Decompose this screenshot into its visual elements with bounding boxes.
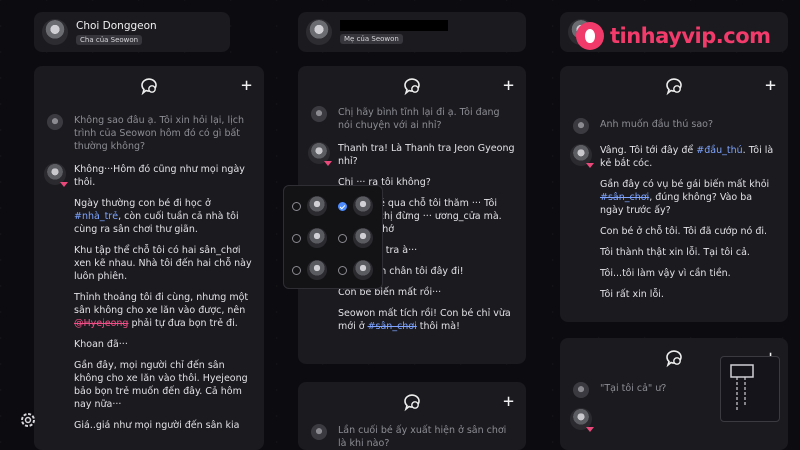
- hashtag-link[interactable]: #sân_chơi: [368, 321, 417, 332]
- chat-bubble-icon[interactable]: [402, 76, 422, 96]
- chat-message: Anh muốn đầu thú sao?: [570, 118, 778, 134]
- message-text: Seowon mất tích rồi! Con bé chỉ vừa mới …: [338, 307, 516, 333]
- message-text: Không sao đâu ạ. Tôi xin hỏi lại, lịch t…: [74, 115, 244, 152]
- message-text: Tôi rất xin lỗi.: [600, 289, 664, 300]
- add-button[interactable]: +: [503, 76, 514, 96]
- site-watermark: tinhayvip.com: [576, 18, 786, 54]
- mention-link[interactable]: @Hyejeong: [74, 318, 128, 329]
- avatar-thumbnail: [307, 196, 327, 216]
- message-text: Gần đây, mọi người chỉ đến sân không cho…: [74, 360, 248, 410]
- add-button[interactable]: +: [503, 392, 514, 412]
- chat-panel-4: + Anh muốn đầu thú sao? Vâng. Tôi tới đâ…: [560, 66, 788, 322]
- user-avatar: [573, 382, 589, 398]
- avatar-thumbnail: [307, 228, 327, 248]
- message-text: Vâng. Tôi tới đây để #đầu_thú. Tôi là kẻ…: [600, 144, 778, 170]
- radio-button[interactable]: [338, 233, 347, 243]
- npc-avatar: [570, 408, 594, 432]
- avatar-picker-popup: [283, 185, 383, 289]
- message-text: Khu tập thể chỗ tôi có hai sân_chơi xen …: [74, 245, 252, 282]
- minimap-icon: [730, 364, 754, 411]
- hashtag-link[interactable]: #sân_chơi: [600, 192, 649, 203]
- avatar-option[interactable]: [292, 258, 334, 282]
- avatar-thumbnail: [353, 260, 373, 280]
- radio-button[interactable]: [338, 265, 347, 275]
- message-text: Tôi...tôi làm vậy vì cần tiền.: [600, 268, 731, 279]
- chat-panel-1: + Không sao đâu ạ. Tôi xin hỏi lại, lịch…: [34, 66, 264, 450]
- radio-button[interactable]: [292, 233, 301, 243]
- message-text: Giá..giá như mọi người đến sân kia: [74, 420, 240, 431]
- message-text-part: Vâng. Tôi tới đây để: [600, 145, 697, 156]
- radio-button[interactable]: [292, 265, 301, 275]
- logo-icon: [576, 22, 604, 50]
- avatar-option[interactable]: [292, 194, 334, 218]
- chat-bubble-icon[interactable]: [139, 76, 159, 96]
- message-text: Khoan đã···: [74, 339, 128, 350]
- chat-bubble-icon[interactable]: [664, 76, 684, 96]
- message-text: Chị hãy bình tĩnh lại đi ạ. Tôi đang nói…: [338, 107, 500, 131]
- npc-avatar: [570, 144, 594, 168]
- user-avatar: [311, 424, 327, 440]
- avatar-option[interactable]: [338, 194, 380, 218]
- message-text: Thỉnh thoảng tôi đi cùng, nhưng một sân …: [74, 291, 254, 330]
- hashtag-link[interactable]: #nhà_trẻ: [74, 211, 118, 222]
- chat-panel-3: + Lần cuối bé ấy xuất hiện ở sân chơi là…: [298, 382, 526, 450]
- message-text: Không···Hôm đó cũng như mọi ngày thôi.: [74, 164, 245, 188]
- message-text: Thanh tra! Là Thanh tra Jeon Gyeong nhỉ?: [338, 143, 515, 167]
- add-button[interactable]: +: [765, 76, 776, 96]
- avatar-thumbnail: [353, 228, 373, 248]
- message-text: Anh muốn đầu thú sao?: [600, 119, 713, 130]
- user-avatar: [47, 114, 63, 130]
- chat-message: Chị hãy bình tĩnh lại đi ạ. Tôi đang nói…: [308, 106, 516, 132]
- message-text: Con bé ở chỗ tôi. Tôi đã cướp nó đi.: [600, 226, 768, 237]
- message-text-part: Thỉnh thoảng tôi đi cùng, nhưng một sân …: [74, 292, 249, 316]
- chat-message: Vâng. Tôi tới đây để #đầu_thú. Tôi là kẻ…: [570, 144, 778, 301]
- hashtag-link[interactable]: #đầu_thú: [696, 145, 742, 156]
- avatar-option[interactable]: [292, 226, 334, 250]
- message-text-part: thôi mà!: [416, 321, 460, 332]
- chat-bubble-icon[interactable]: [664, 348, 684, 368]
- message-text: Lần cuối bé ấy xuất hiện ở sân chơi là k…: [338, 425, 507, 449]
- message-text-part: Gần đây có vụ bé gái biến mất khỏi: [600, 179, 770, 190]
- minimap-widget[interactable]: [720, 356, 780, 422]
- character-card-choi-donggeon[interactable]: Choi Donggeon Cha của Seowon: [34, 12, 230, 52]
- character-card-mother[interactable]: Mẹ của Seowon: [298, 12, 526, 52]
- character-role-badge: Mẹ của Seowon: [340, 34, 403, 44]
- gear-icon[interactable]: [18, 410, 38, 430]
- avatar-option[interactable]: [338, 258, 380, 282]
- character-avatar: [306, 19, 332, 45]
- chat-message: Lần cuối bé ấy xuất hiện ở sân chơi là k…: [308, 424, 516, 450]
- user-avatar: [311, 106, 327, 122]
- chat-bubble-icon[interactable]: [402, 392, 422, 412]
- npc-avatar: [44, 163, 68, 187]
- character-role-badge: Cha của Seowon: [76, 34, 143, 45]
- avatar-thumbnail: [353, 196, 373, 216]
- message-text: Tôi thành thật xin lỗi. Tại tôi cả.: [600, 247, 750, 258]
- redacted-name: [340, 20, 448, 31]
- message-text: Ngày thường con bé đi học ở #nhà_trẻ, cò…: [74, 197, 254, 236]
- npc-avatar: [308, 142, 332, 166]
- avatar-thumbnail: [307, 260, 327, 280]
- chat-message: Không sao đâu ạ. Tôi xin hỏi lại, lịch t…: [44, 114, 254, 153]
- user-avatar: [573, 118, 589, 134]
- add-button[interactable]: +: [241, 76, 252, 96]
- radio-button[interactable]: [338, 201, 347, 211]
- chat-message: Không···Hôm đó cũng như mọi ngày thôi. N…: [44, 163, 254, 432]
- character-avatar: [42, 19, 68, 45]
- avatar-option[interactable]: [338, 226, 380, 250]
- message-text: "Tại tôi cả" ư?: [600, 383, 667, 394]
- watermark-text: tinhayvip.com: [610, 24, 771, 48]
- message-text-part: phải tự đưa bọn trẻ đi.: [128, 318, 238, 329]
- message-text-part: Ngày thường con bé đi học ở: [74, 198, 211, 209]
- character-name: Choi Donggeon: [76, 19, 157, 32]
- message-text: Gần đây có vụ bé gái biến mất khỏi #sân_…: [600, 178, 778, 217]
- radio-button[interactable]: [292, 201, 301, 211]
